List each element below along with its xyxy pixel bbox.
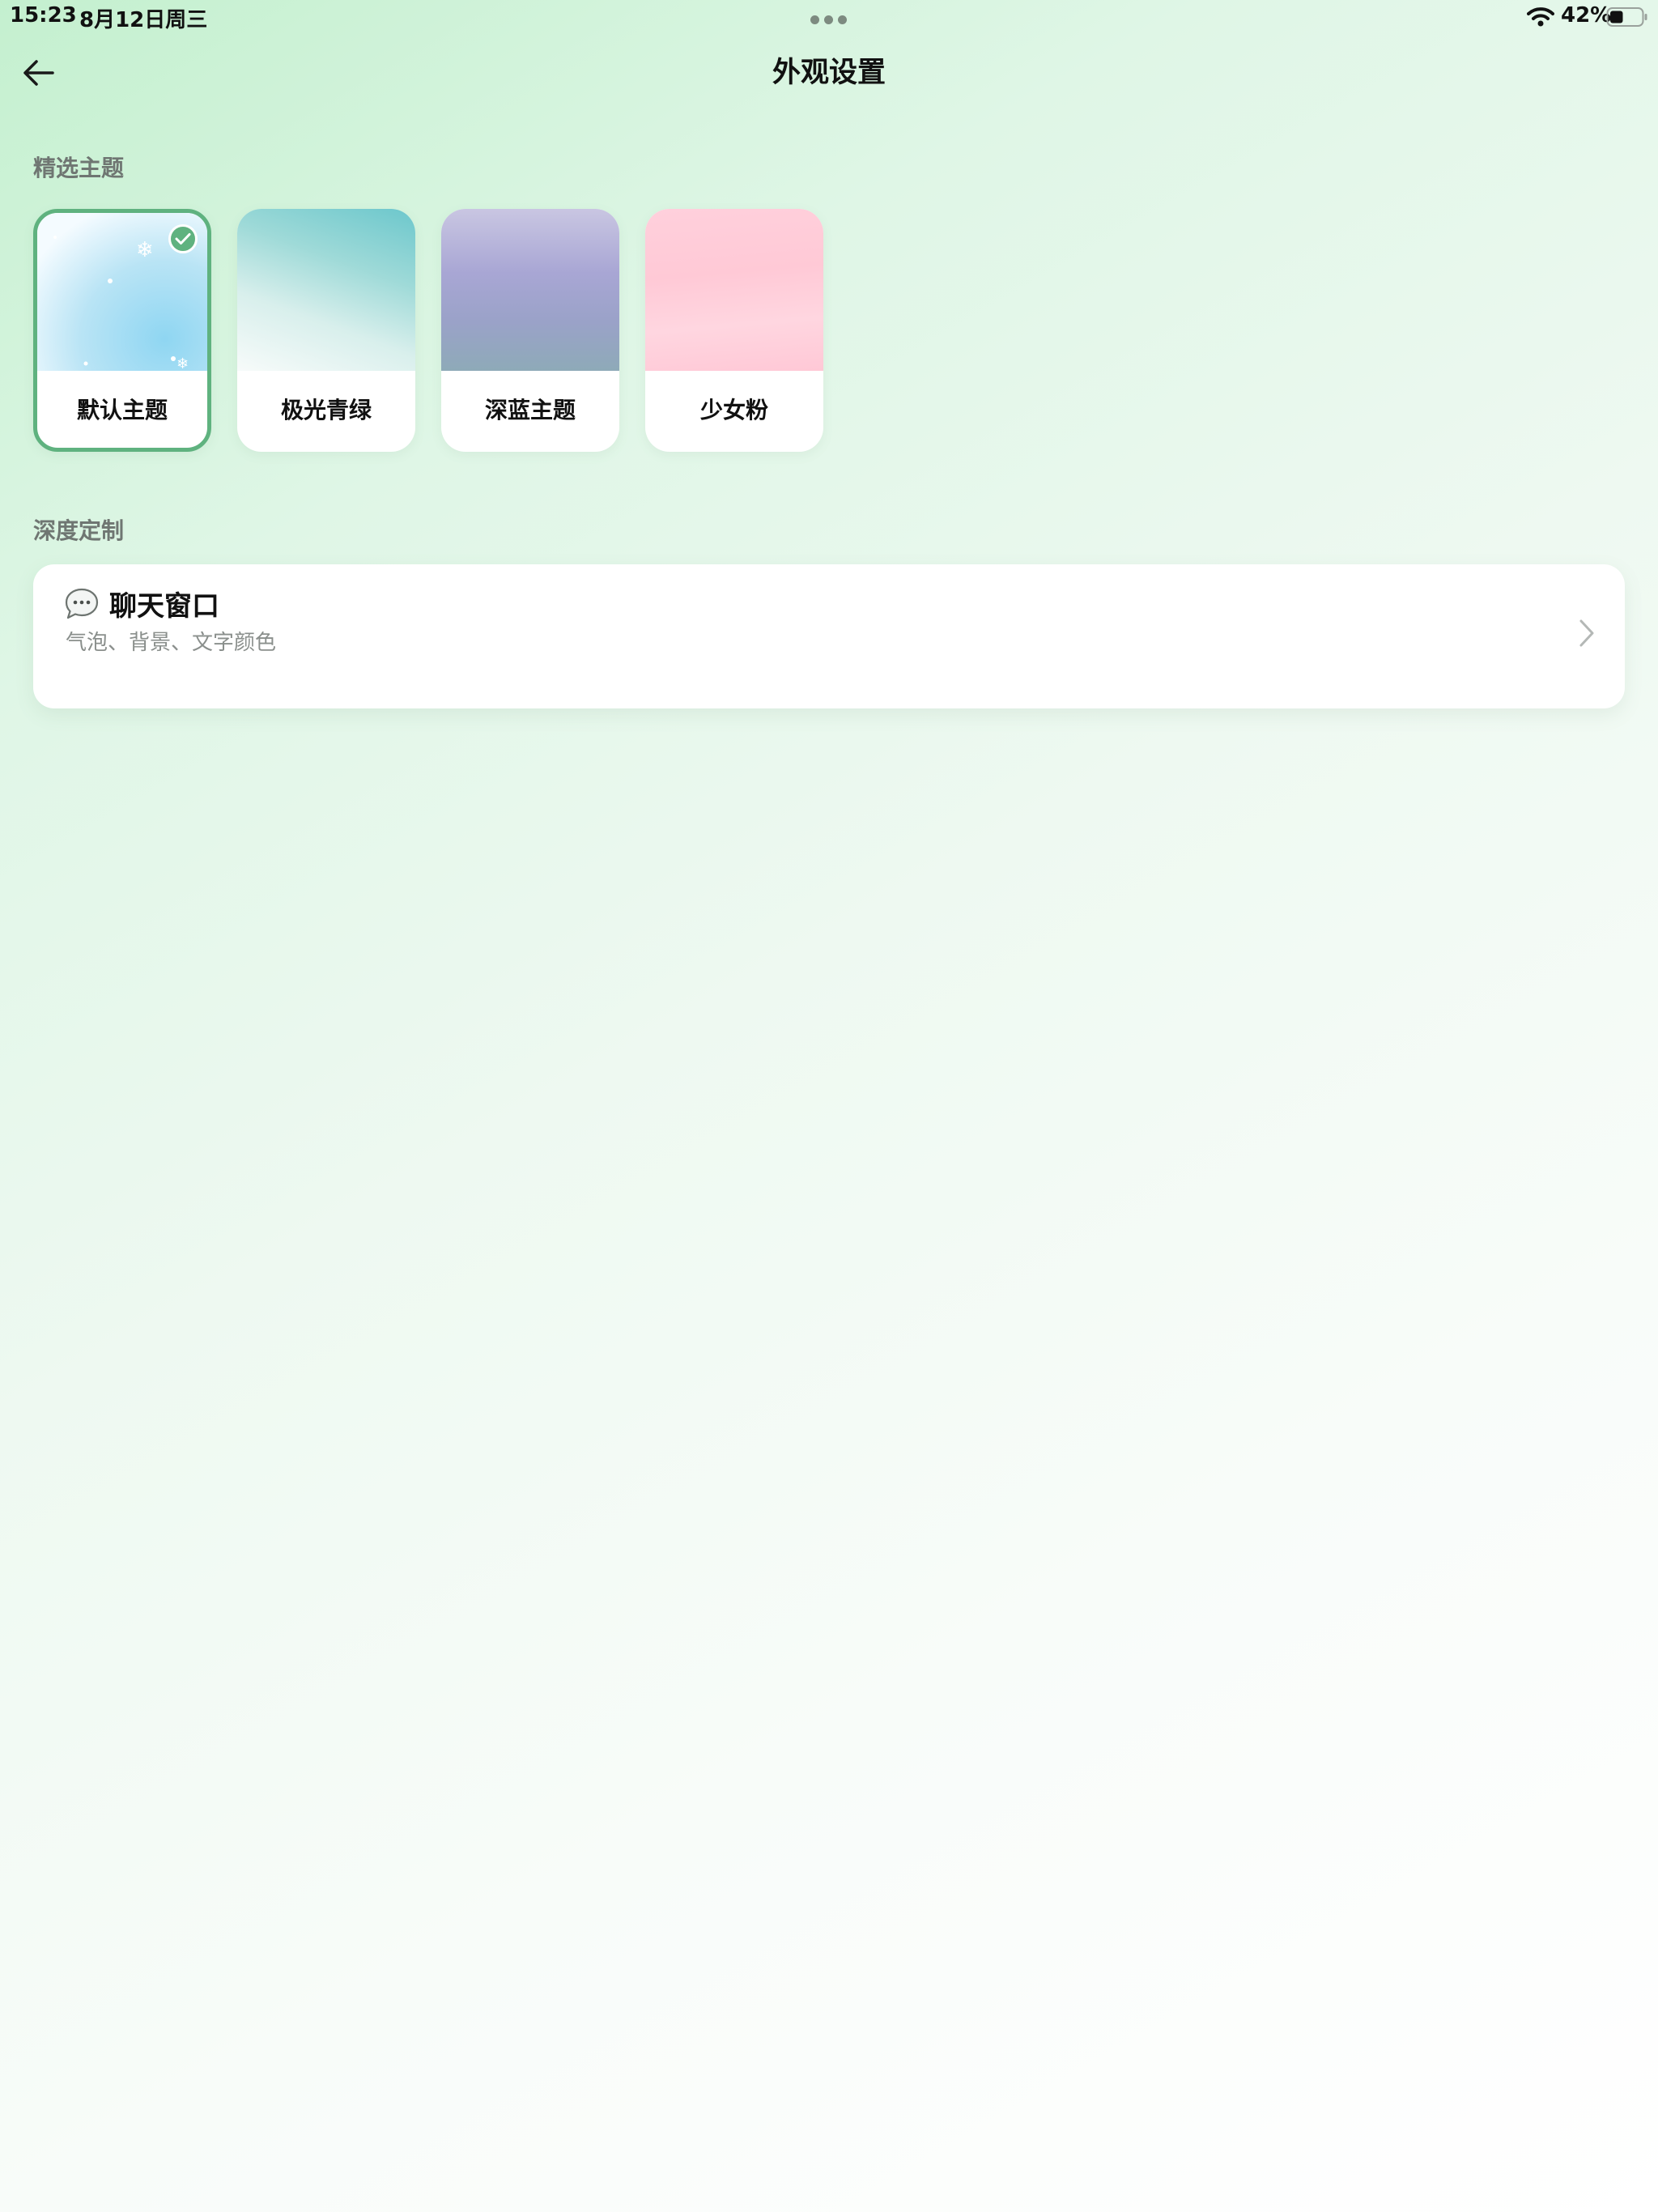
- theme-list: ❄ ❄ 默认主题 极光青绿 深蓝主题 少女粉: [33, 209, 827, 452]
- theme-label: 少女粉: [699, 397, 768, 423]
- multitasking-dots-icon[interactable]: [810, 15, 848, 25]
- back-button[interactable]: [16, 50, 62, 96]
- featured-themes-label: 精选主题: [33, 155, 125, 181]
- status-time: 15:23: [10, 3, 77, 28]
- chevron-right-icon: [1579, 619, 1594, 647]
- arrow-left-icon: [23, 60, 54, 86]
- theme-card-aurora-teal[interactable]: 极光青绿: [237, 209, 415, 452]
- theme-card-default[interactable]: ❄ ❄ 默认主题: [33, 209, 211, 452]
- theme-label: 默认主题: [76, 397, 168, 423]
- chat-window-setting[interactable]: 聊天窗口 气泡、背景、文字颜色: [33, 564, 1625, 708]
- theme-label: 极光青绿: [280, 397, 372, 423]
- speech-bubble-icon: [65, 588, 99, 619]
- battery-percent: 42%: [1561, 3, 1612, 28]
- theme-preview-aurora-teal: [237, 209, 415, 371]
- theme-preview-deep-blue: [441, 209, 619, 371]
- customization-label: 深度定制: [33, 517, 125, 544]
- chat-window-subtitle: 气泡、背景、文字颜色: [66, 631, 277, 655]
- status-bar: 15:23 8月12日周三 42%: [0, 0, 1658, 36]
- status-date: 8月12日周三: [79, 8, 208, 32]
- page-title: 外观设置: [772, 57, 886, 89]
- theme-card-girl-pink[interactable]: 少女粉: [645, 209, 823, 452]
- battery-icon: [1606, 7, 1647, 27]
- svg-text:❄: ❄: [136, 238, 154, 262]
- svg-text:❄: ❄: [176, 355, 189, 371]
- theme-preview-girl-pink: [645, 209, 823, 371]
- chat-window-title: 聊天窗口: [109, 590, 219, 623]
- wifi-icon: [1527, 7, 1554, 27]
- theme-card-deep-blue[interactable]: 深蓝主题: [441, 209, 619, 452]
- theme-label: 深蓝主题: [484, 397, 576, 423]
- selected-check-icon: [168, 224, 198, 253]
